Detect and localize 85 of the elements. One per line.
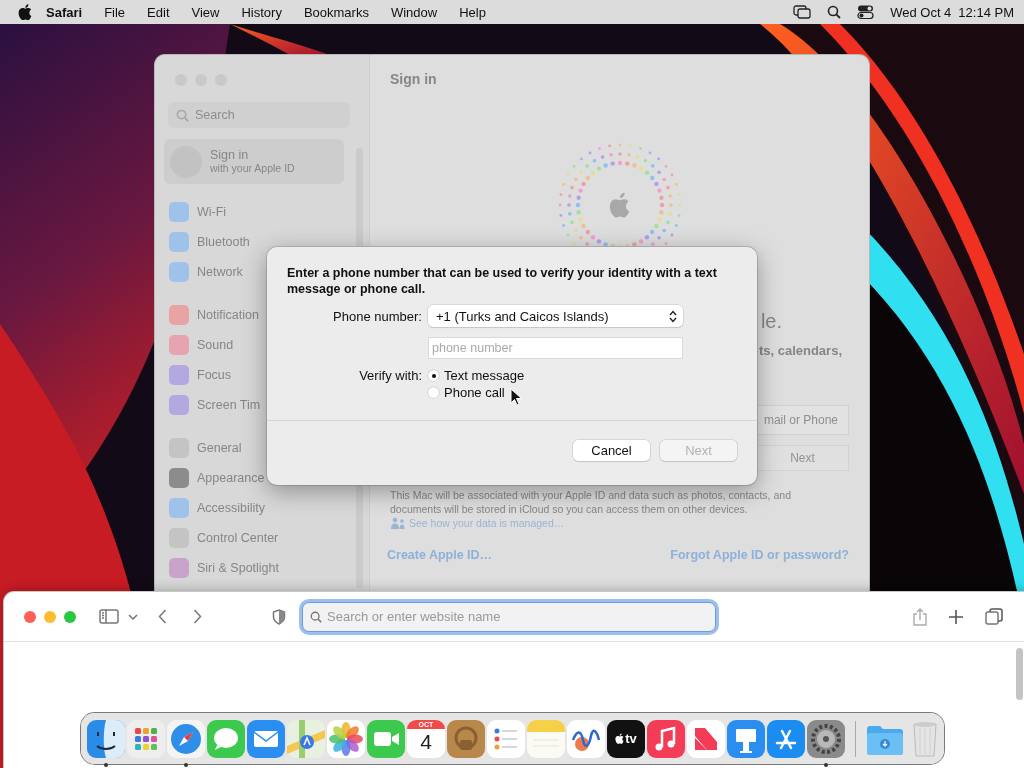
forgot-password-link[interactable]: Forgot Apple ID or password?: [670, 548, 849, 562]
envelope-icon[interactable]: [247, 719, 285, 758]
account-subtitle: with your Apple ID: [210, 162, 295, 175]
address-field[interactable]: Search or enter website name: [302, 601, 716, 632]
dialog-button[interactable]: Cancel: [573, 440, 650, 461]
radio-label[interactable]: Phone call: [444, 385, 505, 400]
sidebar-item[interactable]: Siri & Spotlight: [197, 561, 279, 575]
country-dropdown[interactable]: +1 (Turks and Caicos Islands): [428, 305, 683, 327]
gear-icon[interactable]: [807, 719, 845, 758]
sidebar-item[interactable]: Sound: [197, 338, 234, 352]
radio-button[interactable]: [428, 387, 439, 398]
menu-item[interactable]: Help: [448, 4, 497, 20]
menu-item[interactable]: Safari: [32, 4, 94, 20]
menu-bar-date[interactable]: Wed Oct 4: [890, 4, 952, 20]
toggles-icon[interactable]: [857, 5, 875, 19]
account-title: Sign in: [210, 148, 250, 162]
chevrons-icon: [669, 309, 677, 323]
sidebar-item[interactable]: Network: [197, 265, 243, 279]
forward-icon[interactable]: [193, 609, 202, 624]
search-field[interactable]: Search: [168, 102, 350, 128]
search-icon: [176, 108, 189, 122]
menu-item[interactable]: Window: [379, 4, 449, 20]
app-grid-icon[interactable]: [127, 719, 165, 758]
app-store-icon[interactable]: [767, 719, 805, 758]
people-icon: [390, 517, 406, 529]
account-card[interactable]: Sign in with your Apple ID: [164, 139, 344, 184]
sidebar-item[interactable]: Control Center: [197, 531, 279, 545]
tv-label: tv: [625, 731, 637, 746]
menu-bar-time[interactable]: 12:14 PM: [958, 4, 1014, 20]
menu-item[interactable]: History: [230, 4, 293, 20]
headline-text: le.: [760, 309, 782, 333]
chevron-down-icon[interactable]: [128, 613, 138, 620]
field-label: Phone number:: [332, 308, 422, 324]
search-icon: [310, 610, 322, 623]
sidebar-item[interactable]: Bluetooth: [197, 235, 250, 249]
news-icon[interactable]: [687, 719, 725, 758]
data-link[interactable]: See how your data is managed…: [409, 516, 565, 530]
menu-item[interactable]: File: [93, 4, 137, 20]
scrollbar[interactable]: [1016, 648, 1023, 700]
music-note-icon[interactable]: [647, 719, 685, 758]
calendar-day: 4: [420, 728, 432, 755]
plus-icon[interactable]: [949, 609, 963, 624]
tabs-icon[interactable]: [985, 607, 1003, 626]
apple-logo-icon[interactable]: [18, 4, 32, 20]
close-button[interactable]: [24, 610, 36, 623]
padlock-icon[interactable]: [447, 719, 485, 758]
speech-bubble-icon[interactable]: [207, 719, 245, 758]
sidebar-item[interactable]: Screen Tim: [197, 398, 261, 412]
sidebar-icon[interactable]: [99, 609, 119, 624]
face-icon[interactable]: [87, 719, 125, 758]
radio-button[interactable]: [428, 370, 439, 381]
sidebar-item[interactable]: Wi-Fi: [197, 205, 227, 219]
sidebar-item[interactable]: Notification: [197, 308, 259, 322]
search-icon[interactable]: [827, 5, 842, 19]
share-icon[interactable]: [913, 607, 927, 626]
video-camera-icon[interactable]: [367, 719, 405, 758]
scribble-icon[interactable]: [567, 719, 605, 758]
pointer-icon: [510, 388, 522, 406]
zoom-button[interactable]: [64, 610, 76, 623]
menu-item[interactable]: Edit: [136, 4, 181, 20]
sidebar-item[interactable]: Appearance: [197, 471, 265, 485]
checklist-icon[interactable]: [487, 719, 525, 758]
compass-icon[interactable]: [167, 719, 205, 758]
tv-icon[interactable]: tv: [607, 719, 645, 758]
menu-item[interactable]: View: [180, 4, 231, 20]
info-text: This Mac will be associated with your Apple ID and data such as photos, contacts, and documents will be stored in iCloud so you can access them on other devices.: [390, 488, 792, 516]
podium-icon[interactable]: [727, 719, 765, 758]
create-account-link[interactable]: Create Apple ID…: [387, 548, 493, 562]
menu-item[interactable]: Bookmarks: [292, 4, 380, 20]
phone-number-field[interactable]: phone number: [428, 337, 683, 359]
pane-title: Sign in: [390, 70, 438, 87]
input-field[interactable]: mail or Phone: [757, 405, 849, 435]
windows-icon[interactable]: [793, 5, 812, 19]
shield-icon[interactable]: [272, 608, 286, 625]
subtitle-text: ts, calendars,: [758, 343, 842, 359]
sidebar-item[interactable]: Accessibility: [197, 501, 266, 515]
dialog-message: Enter a phone number that can be used to verify your identity with a text message or phone call.: [286, 265, 718, 297]
field-label: Verify with:: [358, 367, 422, 384]
back-icon[interactable]: [158, 609, 167, 624]
sidebar-item[interactable]: Focus: [197, 368, 232, 382]
sidebar-item[interactable]: General: [197, 441, 242, 455]
flower-icon[interactable]: [327, 719, 365, 758]
apple-logo-icon: [615, 733, 625, 744]
map-icon[interactable]: [287, 719, 325, 758]
radio-label[interactable]: Text message: [444, 368, 525, 383]
